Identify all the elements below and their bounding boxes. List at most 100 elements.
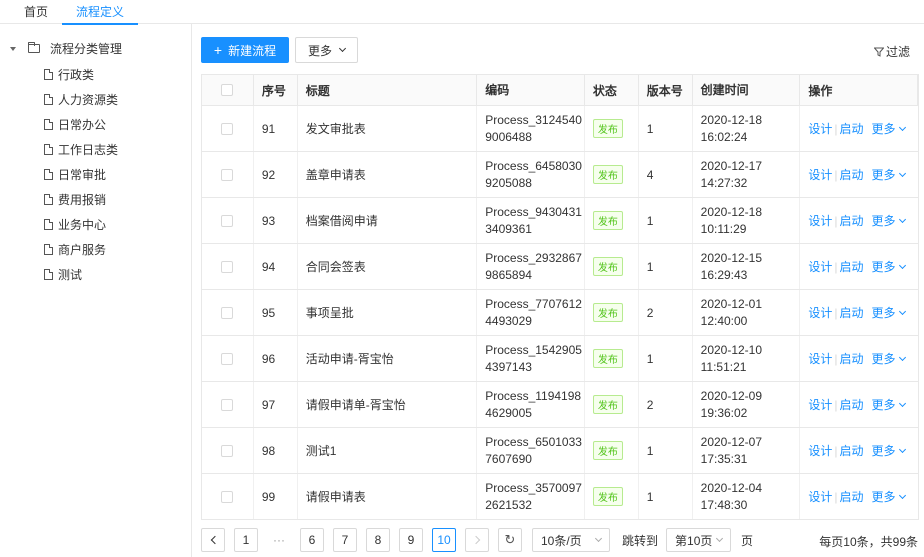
- file-icon: [44, 94, 53, 105]
- design-link[interactable]: 设计: [808, 442, 832, 459]
- header-status[interactable]: 状态: [585, 75, 639, 105]
- start-link[interactable]: 启动: [839, 120, 863, 137]
- table-row[interactable]: 92 盖章申请表 Process_6458030 9205088 发布 4 2020-12-…: [202, 152, 918, 198]
- tree-item[interactable]: 费用报销: [44, 191, 106, 208]
- row-checkbox[interactable]: [221, 398, 234, 411]
- more-ops-dropdown[interactable]: 更多: [872, 442, 906, 459]
- tree-item[interactable]: 行政类: [44, 66, 94, 83]
- table-row[interactable]: 97 请假申请单-胥宝怡 Process_1194198 4629005 发布 2 2020…: [202, 382, 918, 428]
- tree-item[interactable]: 业务中心: [44, 216, 106, 233]
- status-badge: 发布: [592, 257, 623, 276]
- start-link[interactable]: 启动: [839, 488, 863, 505]
- page-ellipsis[interactable]: ···: [267, 533, 291, 547]
- tree-item[interactable]: 商户服务: [44, 241, 106, 258]
- row-code: Process_6501033 7607690: [477, 428, 585, 473]
- header-code[interactable]: 编码: [477, 75, 585, 105]
- prev-page-button[interactable]: [201, 528, 225, 552]
- table-row[interactable]: 95 事项呈批 Process_7707612 4493029 发布 2 2020-12-0…: [202, 290, 918, 336]
- file-icon: [44, 144, 53, 155]
- caret-down-icon[interactable]: [10, 46, 16, 51]
- tree-root[interactable]: 流程分类管理: [10, 40, 122, 57]
- table-row[interactable]: 91 发文审批表 Process_3124540 9006488 发布 1 2020-12-…: [202, 106, 918, 152]
- design-link[interactable]: 设计: [808, 304, 832, 321]
- header-created[interactable]: 创建时间: [693, 75, 801, 105]
- tab-home[interactable]: 首页: [24, 3, 48, 20]
- row-code-line2: 9205088: [485, 175, 532, 190]
- header-version[interactable]: 版本号: [639, 75, 693, 105]
- start-link[interactable]: 启动: [839, 442, 863, 459]
- more-ops-dropdown[interactable]: 更多: [872, 488, 906, 505]
- op-separator: |: [834, 167, 838, 182]
- row-checkbox[interactable]: [221, 490, 234, 503]
- start-link[interactable]: 启动: [839, 350, 863, 367]
- header-seq[interactable]: 序号: [254, 75, 298, 105]
- table-row[interactable]: 99 请假申请表 Process_3570097 2621532 发布 1 2020-12-…: [202, 474, 918, 520]
- row-checkbox[interactable]: [221, 260, 234, 273]
- row-checkbox[interactable]: [221, 306, 234, 319]
- design-link[interactable]: 设计: [808, 396, 832, 413]
- row-time: 19:36:02: [700, 405, 748, 420]
- chevron-down-icon: [898, 399, 906, 407]
- start-link[interactable]: 启动: [839, 396, 863, 413]
- table-row[interactable]: 98 测试1 Process_6501033 7607690 发布 1 2020-12-07…: [202, 428, 918, 474]
- table-header: 序号 标题 编码 状态 版本号 创建时间 操作: [202, 75, 919, 106]
- design-link[interactable]: 设计: [808, 120, 832, 137]
- row-title: 测试1: [298, 428, 478, 473]
- row-seq: 96: [254, 336, 298, 381]
- row-checkbox[interactable]: [221, 352, 234, 365]
- more-ops-dropdown[interactable]: 更多: [872, 212, 906, 229]
- next-page-button[interactable]: [465, 528, 489, 552]
- design-link[interactable]: 设计: [808, 488, 832, 505]
- chevron-down-icon: [715, 534, 724, 543]
- tree-item[interactable]: 工作日志类: [44, 141, 118, 158]
- more-ops-dropdown[interactable]: 更多: [872, 396, 906, 413]
- design-link[interactable]: 设计: [808, 350, 832, 367]
- tree-item[interactable]: 测试: [44, 266, 82, 283]
- page-button[interactable]: 8: [366, 528, 390, 552]
- row-checkbox[interactable]: [221, 214, 234, 227]
- refresh-button[interactable]: ↻: [498, 528, 522, 552]
- tree-item[interactable]: 人力资源类: [44, 91, 118, 108]
- more-ops-dropdown[interactable]: 更多: [872, 258, 906, 275]
- page-button[interactable]: 7: [333, 528, 357, 552]
- row-version: 4: [639, 152, 693, 197]
- more-ops-dropdown[interactable]: 更多: [872, 166, 906, 183]
- design-link[interactable]: 设计: [808, 212, 832, 229]
- table-row[interactable]: 93 档案借阅申请 Process_9430431 3409361 发布 1 2020-12…: [202, 198, 918, 244]
- start-link[interactable]: 启动: [839, 212, 863, 229]
- row-seq: 98: [254, 428, 298, 473]
- page-button[interactable]: 9: [399, 528, 423, 552]
- tree-item[interactable]: 日常审批: [44, 166, 106, 183]
- more-button[interactable]: 更多: [295, 37, 358, 63]
- row-ops: 设计 | 启动 更多: [800, 428, 918, 473]
- page-size-select[interactable]: 10条/页: [532, 528, 610, 552]
- start-link[interactable]: 启动: [839, 304, 863, 321]
- page-button[interactable]: 6: [300, 528, 324, 552]
- new-process-button[interactable]: + 新建流程: [201, 37, 289, 63]
- more-ops-dropdown[interactable]: 更多: [872, 350, 906, 367]
- jump-page-select[interactable]: 第10页: [666, 528, 732, 552]
- tree-item[interactable]: 日常办公: [44, 116, 106, 133]
- page-button[interactable]: 1: [234, 528, 258, 552]
- row-created: 2020-12-15 16:29:43: [693, 244, 801, 289]
- start-link[interactable]: 启动: [839, 166, 863, 183]
- row-checkbox[interactable]: [221, 122, 234, 135]
- status-badge: 发布: [592, 211, 623, 230]
- select-all-checkbox[interactable]: [221, 84, 234, 96]
- tab-process-definition[interactable]: 流程定义: [62, 3, 139, 25]
- page-button-current[interactable]: 10: [432, 528, 456, 552]
- row-checkbox[interactable]: [221, 168, 234, 181]
- more-ops-dropdown[interactable]: 更多: [872, 304, 906, 321]
- design-link[interactable]: 设计: [808, 166, 832, 183]
- header-title[interactable]: 标题: [298, 75, 478, 105]
- start-link[interactable]: 启动: [839, 258, 863, 275]
- row-checkbox[interactable]: [221, 444, 234, 457]
- row-seq: 92: [254, 152, 298, 197]
- more-ops-dropdown[interactable]: 更多: [872, 120, 906, 137]
- table-row[interactable]: 94 合同会签表 Process_2932867 9865894 发布 1 2020-12-…: [202, 244, 918, 290]
- design-link[interactable]: 设计: [808, 258, 832, 275]
- row-time: 17:35:31: [700, 451, 748, 466]
- table-row[interactable]: 96 活动申请-胥宝怡 Process_1542905 4397143 发布 1 2020-…: [202, 336, 918, 382]
- filter-button[interactable]: 过滤: [873, 43, 910, 60]
- row-date: 2020-12-01: [700, 296, 763, 311]
